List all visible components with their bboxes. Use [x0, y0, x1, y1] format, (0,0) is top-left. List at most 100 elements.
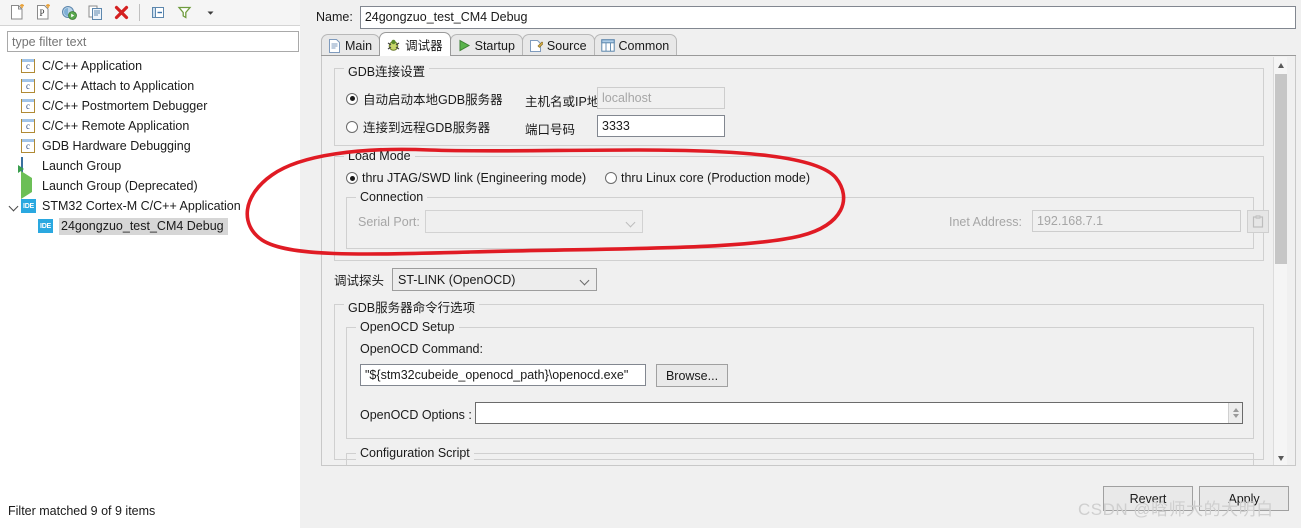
browse-button[interactable]: Browse... — [656, 364, 728, 387]
tree-item[interactable]: C/C++ Remote Application — [0, 116, 300, 136]
openocd-setup-group: OpenOCD Setup OpenOCD Command: Browse...… — [346, 320, 1254, 439]
new-launch-group-icon[interactable] — [57, 2, 81, 24]
toolbar-separator — [139, 4, 140, 21]
c-file-icon — [21, 78, 37, 94]
chevron-down-icon — [579, 275, 590, 286]
auto-start-gdb-label: 自动启动本地GDB服务器 — [363, 93, 503, 107]
collapse-all-icon[interactable] — [146, 2, 170, 24]
chevron-up-icon — [1277, 62, 1285, 68]
filter-icon[interactable] — [172, 2, 196, 24]
load-mode-group: Load Mode thru JTAG/SWD link (Engineerin… — [334, 149, 1269, 261]
tree-item[interactable]: C/C++ Application — [0, 56, 300, 76]
new-prototype-icon[interactable]: P — [31, 2, 55, 24]
port-input[interactable] — [597, 115, 725, 137]
tab-label: 调试器 — [405, 39, 443, 53]
filter-input[interactable] — [7, 31, 299, 52]
delete-icon[interactable] — [109, 2, 133, 24]
watermark: CSDN @晗师大的大明白 — [1078, 500, 1274, 519]
content-vertical-scrollbar[interactable] — [1273, 57, 1287, 465]
play-icon — [457, 39, 471, 52]
chevron-down-icon — [1277, 455, 1285, 461]
clipboard-icon[interactable] — [1247, 210, 1269, 233]
tab-debugger[interactable]: 调试器 — [379, 32, 451, 56]
openocd-options-input[interactable] — [476, 404, 1216, 422]
tab-source[interactable]: Source — [521, 34, 595, 56]
scroll-down-button[interactable] — [1274, 450, 1288, 465]
auto-start-gdb-radio[interactable] — [346, 92, 358, 105]
openocd-options-field[interactable] — [475, 402, 1243, 424]
remote-gdb-label: 连接到远程GDB服务器 — [363, 121, 491, 135]
tree-item-label: Launch Group — [42, 159, 122, 173]
remote-gdb-radio[interactable] — [346, 120, 358, 133]
tree-item-label: STM32 Cortex-M C/C++ Application — [42, 199, 241, 213]
gdb-connection-group: GDB连接设置 自动启动本地GDB服务器 主机名或IP地址 连接到远程GDB服务… — [334, 61, 1264, 146]
connection-group-title: Connection — [356, 190, 428, 204]
c-file-icon — [21, 118, 37, 134]
tab-label: Common — [618, 38, 670, 53]
tree-item-label: 24gongzuo_test_CM4 Debug — [59, 217, 228, 235]
tree-item[interactable]: IDE STM32 Cortex-M C/C++ Application — [0, 196, 300, 216]
tree-toolbar: P — [0, 0, 308, 26]
tree-item-label: GDB Hardware Debugging — [42, 139, 191, 153]
stepper-down-icon[interactable] — [1232, 414, 1239, 418]
configuration-script-group-title: Configuration Script — [356, 446, 474, 460]
connection-group: Connection Serial Port: Inet Address: — [346, 190, 1269, 249]
debugger-tab-content: GDB连接设置 自动启动本地GDB服务器 主机名或IP地址 连接到远程GDB服务… — [321, 56, 1296, 466]
tab-label: Main — [345, 38, 373, 53]
tree-item[interactable]: GDB Hardware Debugging — [0, 136, 300, 156]
jtag-mode-radio-row[interactable]: thru JTAG/SWD link (Engineering mode) — [346, 171, 586, 185]
name-label: Name: — [316, 10, 353, 24]
host-input[interactable] — [597, 87, 725, 109]
launch-configuration-tree-panel: P type filter text c C/C++ Application c… — [0, 0, 308, 528]
linux-mode-radio[interactable] — [605, 172, 617, 184]
scrollbar-thumb[interactable] — [1275, 74, 1287, 264]
chevron-down-icon — [625, 217, 636, 228]
view-menu-icon[interactable] — [198, 2, 222, 24]
openocd-options-stepper[interactable] — [1228, 403, 1242, 423]
inet-address-label: Inet Address: — [949, 215, 1022, 229]
tab-main[interactable]: Main — [321, 34, 381, 56]
tree-item[interactable]: Launch Group (Deprecated) — [0, 171, 300, 199]
configuration-script-group: Configuration Script — [346, 446, 1254, 465]
c-file-icon — [21, 138, 37, 154]
linux-mode-radio-row[interactable]: thru Linux core (Production mode) — [605, 171, 810, 185]
tree-item[interactable]: Launch Group — [0, 156, 300, 176]
auto-start-gdb-radio-row[interactable]: 自动启动本地GDB服务器 — [346, 89, 503, 108]
tree-item[interactable]: C/C++ Attach to Application — [0, 76, 300, 96]
filter-status-bar: Filter matched 9 of 9 items — [0, 492, 308, 528]
scroll-up-button[interactable] — [1274, 57, 1288, 72]
tab-startup[interactable]: Startup — [449, 34, 523, 56]
play-icon — [21, 171, 37, 199]
openocd-setup-group-title: OpenOCD Setup — [356, 320, 459, 334]
inet-address-input[interactable] — [1032, 210, 1241, 232]
jtag-mode-radio[interactable] — [346, 172, 358, 184]
configuration-name-input[interactable] — [359, 5, 1296, 29]
browse-button-label: Browse... — [665, 368, 719, 383]
serial-port-combo[interactable] — [425, 210, 643, 233]
name-row: Name: — [316, 5, 1296, 29]
tree-item-label: C/C++ Application — [42, 59, 143, 73]
linux-mode-label: thru Linux core (Production mode) — [621, 171, 810, 185]
gdb-server-options-group-title: GDB服务器命令行选项 — [344, 297, 480, 316]
tab-common[interactable]: Common — [593, 34, 678, 56]
svg-text:P: P — [39, 8, 44, 18]
stepper-up-icon[interactable] — [1232, 408, 1239, 412]
tree-item[interactable]: C/C++ Postmortem Debugger — [0, 96, 300, 116]
ide-icon: IDE — [21, 198, 37, 214]
launch-configuration-tree[interactable]: C/C++ Application C/C++ Attach to Applica… — [0, 56, 300, 486]
tab-label: Source — [546, 38, 587, 53]
duplicate-icon[interactable] — [83, 2, 107, 24]
debug-probe-value: ST-LINK (OpenOCD) — [398, 272, 516, 287]
tree-twisty-icon[interactable] — [8, 200, 20, 212]
jtag-mode-label: thru JTAG/SWD link (Engineering mode) — [362, 171, 587, 185]
debug-probe-combo[interactable]: ST-LINK (OpenOCD) — [392, 268, 598, 291]
remote-gdb-radio-row[interactable]: 连接到远程GDB服务器 — [346, 117, 490, 136]
tree-item[interactable]: IDE 24gongzuo_test_CM4 Debug — [0, 216, 300, 236]
common-icon — [600, 39, 615, 52]
panel-divider[interactable] — [300, 0, 308, 528]
openocd-command-input[interactable] — [360, 364, 646, 386]
new-launch-configuration-icon[interactable] — [5, 2, 29, 24]
gdb-server-options-group: GDB服务器命令行选项 OpenOCD Setup OpenOCD Comman… — [334, 297, 1264, 465]
load-mode-group-title: Load Mode — [344, 149, 415, 163]
bug-icon — [386, 38, 401, 52]
